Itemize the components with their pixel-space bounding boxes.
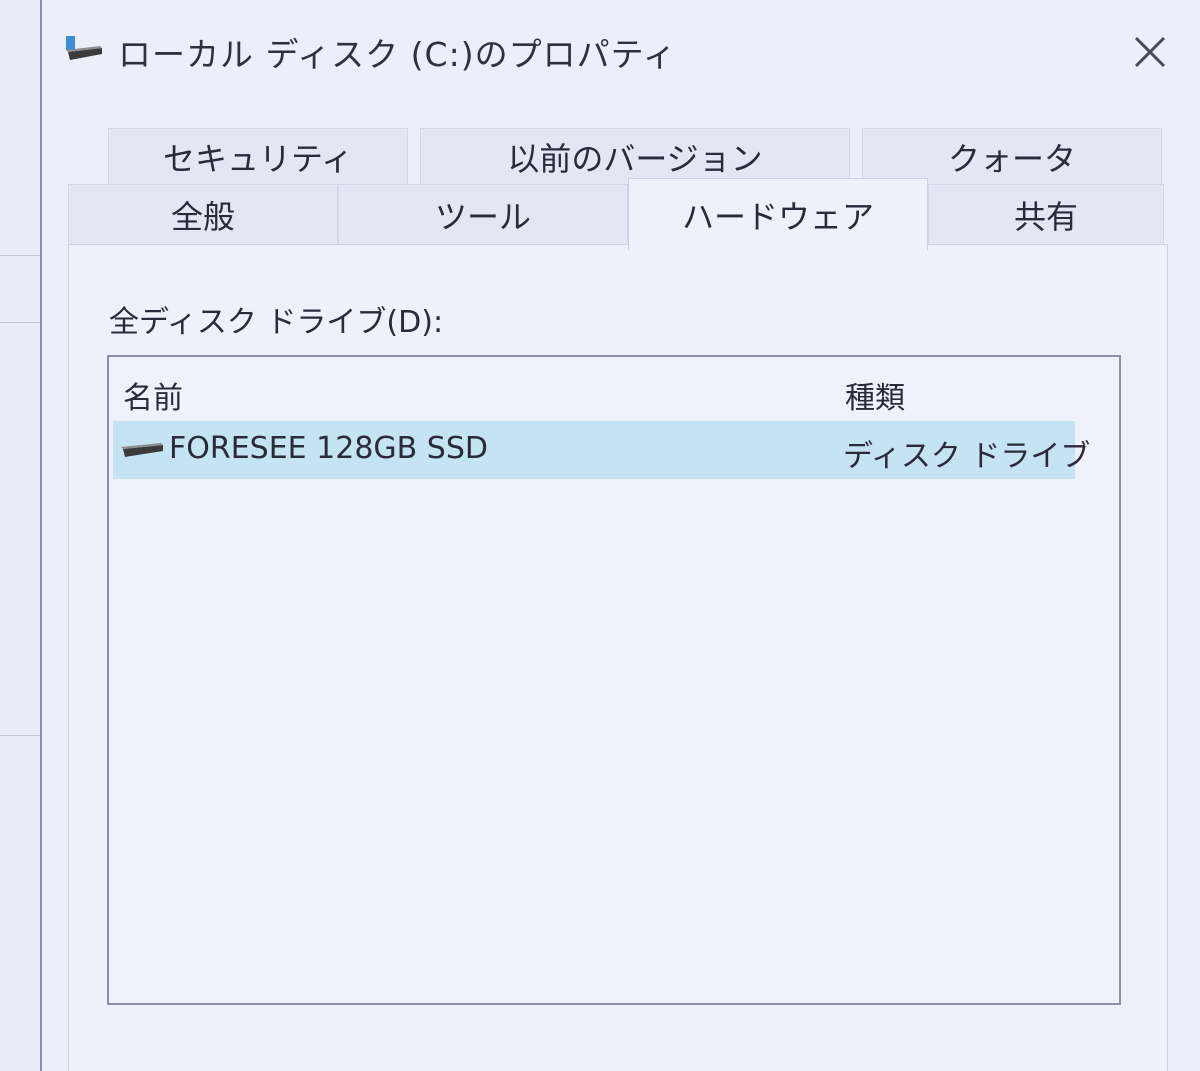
tab-tools[interactable]: ツール [338,184,628,246]
window-title: ローカル ディスク (C:)のプロパティ [118,35,677,74]
tab-sharing[interactable]: 共有 [928,184,1164,246]
hardware-panel: 全ディスク ドライブ(D): 名前 種類 FORESEE 128GB SSD デ… [68,244,1168,1071]
column-header-name[interactable]: 名前 [123,373,183,417]
tab-label: 共有 [1013,198,1078,236]
tab-strip: セキュリティ 以前のバージョン クォータ 全般 ツール ハードウェア 共有 [68,128,1168,252]
disk-drive-icon [119,441,167,463]
disk-drive-list[interactable]: 名前 種類 FORESEE 128GB SSD ディスク ドライブ [107,355,1121,1005]
list-header: 名前 種類 [109,357,1119,419]
tab-label: セキュリティ [162,140,354,178]
tab-label: ツール [434,198,531,236]
tab-general[interactable]: 全般 [68,184,338,246]
tab-security[interactable]: セキュリティ [108,128,408,186]
close-icon [1132,34,1168,74]
tab-label: クォータ [947,140,1076,178]
disk-drives-label: 全ディスク ドライブ(D): [109,305,444,340]
device-type: ディスク ドライブ [843,439,1091,474]
properties-dialog: ローカル ディスク (C:)のプロパティ セキュリティ 以前のバージョン クォー… [42,0,1200,1071]
background-window-edge [0,0,42,1071]
drive-icon [64,34,104,64]
tab-hardware[interactable]: ハードウェア [628,178,928,250]
tab-label: ハードウェア [681,197,874,236]
list-item[interactable]: FORESEE 128GB SSD ディスク ドライブ [113,421,1090,479]
column-header-type[interactable]: 種類 [845,373,905,417]
title-bar: ローカル ディスク (C:)のプロパティ [42,0,1200,100]
device-name: FORESEE 128GB SSD [169,431,488,466]
tab-label: 全般 [170,198,235,236]
tab-label: 以前のバージョン [507,140,763,178]
close-button[interactable] [1124,28,1176,80]
